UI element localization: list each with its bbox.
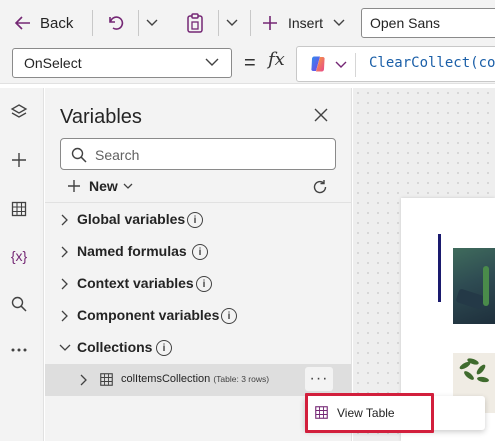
- pot-shape: [455, 288, 485, 310]
- product-image-1: [453, 248, 495, 324]
- tree-row-component-variables[interactable]: Component variables i: [45, 300, 351, 332]
- new-variable-button[interactable]: New: [67, 178, 133, 194]
- layers-icon: [10, 104, 28, 118]
- chevron-down-icon: [205, 58, 219, 66]
- info-icon[interactable]: i: [192, 244, 208, 260]
- insert-button[interactable]: Insert: [262, 8, 345, 38]
- tree-row-label: Collections: [77, 339, 153, 355]
- copilot-icon[interactable]: [309, 55, 327, 73]
- leaf-shape: [475, 363, 487, 376]
- search-box[interactable]: [60, 138, 336, 170]
- property-value: OnSelect: [24, 55, 82, 71]
- tree-row-label: Context variables: [77, 275, 194, 291]
- collection-meta: (Table: 3 rows): [213, 374, 270, 384]
- refresh-button[interactable]: [312, 179, 328, 198]
- refresh-icon: [313, 180, 327, 194]
- undo-dropdown-button[interactable]: [144, 15, 160, 31]
- chevron-down-icon: [59, 344, 71, 351]
- info-icon[interactable]: i: [156, 340, 172, 356]
- tree-view-button[interactable]: [9, 102, 29, 122]
- fx-icon[interactable]: fx: [268, 49, 285, 70]
- toolbar-divider: [138, 10, 139, 36]
- chevron-right-icon: [61, 246, 68, 258]
- arrow-left-icon: [14, 16, 30, 30]
- formula-bar: OnSelect = fx ClearCollect(co: [0, 46, 495, 84]
- collection-item-row[interactable]: colItemsCollection (Table: 3 rows) ···: [45, 364, 351, 396]
- font-family-select[interactable]: Open Sans: [361, 8, 495, 38]
- tree-row-context-variables[interactable]: Context variables i: [45, 268, 351, 300]
- more-rail-button[interactable]: [9, 340, 29, 360]
- chevron-right-icon: [61, 310, 68, 322]
- search-rail-button[interactable]: [9, 294, 29, 314]
- info-icon[interactable]: i: [196, 276, 212, 292]
- leaf-shape: [476, 375, 490, 384]
- tree-row-global-variables[interactable]: Global variables i: [45, 204, 351, 236]
- undo-button[interactable]: [104, 13, 126, 33]
- close-panel-button[interactable]: [314, 108, 328, 125]
- toolbar-divider: [92, 10, 93, 36]
- chevron-right-icon: [80, 374, 87, 386]
- insert-rail-button[interactable]: [9, 150, 29, 170]
- panel-title: Variables: [60, 106, 142, 128]
- undo-icon: [109, 16, 124, 30]
- plus-icon: [68, 180, 80, 192]
- context-menu: View Table: [305, 396, 485, 430]
- collection-name-wrap: colItemsCollection (Table: 3 rows): [121, 373, 269, 385]
- variables-panel: Variables New Global variables i Named f…: [45, 88, 352, 441]
- collection-name: colItemsCollection: [121, 373, 211, 385]
- tree-row-named-formulas[interactable]: Named formulas i: [45, 236, 351, 268]
- design-canvas[interactable]: [353, 88, 495, 441]
- formula-divider: [355, 53, 356, 77]
- paste-dropdown-button[interactable]: [224, 15, 240, 31]
- paste-button[interactable]: [184, 12, 206, 34]
- more-icon: [11, 348, 27, 352]
- clipboard-icon: [187, 13, 203, 33]
- plant-shape: [483, 266, 489, 306]
- toolbar-divider: [250, 10, 251, 36]
- more-options-button[interactable]: ···: [305, 367, 333, 391]
- chevron-down-icon: [146, 19, 158, 26]
- font-family-value: Open Sans: [370, 15, 441, 31]
- accent-bar: [438, 234, 441, 302]
- command-bar: Back Insert Open Sans: [0, 0, 495, 46]
- chevron-right-icon: [61, 278, 68, 290]
- left-rail: {x}: [0, 88, 44, 441]
- table-icon: [315, 406, 328, 419]
- close-icon: [314, 108, 328, 122]
- info-icon[interactable]: i: [221, 308, 237, 324]
- search-icon: [11, 296, 27, 312]
- search-input[interactable]: [95, 145, 325, 165]
- new-label: New: [89, 178, 118, 194]
- back-button[interactable]: Back: [14, 8, 73, 38]
- chevron-down-icon[interactable]: [335, 61, 347, 69]
- chevron-down-icon: [123, 183, 133, 189]
- tree-row-label: Component variables: [77, 307, 220, 323]
- insert-label: Insert: [288, 15, 324, 31]
- view-table-menu-item[interactable]: View Table: [305, 396, 433, 430]
- plus-icon: [12, 153, 26, 167]
- formula-text: ClearCollect(co: [369, 55, 495, 71]
- table-icon: [100, 373, 113, 386]
- tree-row-label: Global variables: [77, 211, 186, 227]
- table-icon: [11, 201, 27, 217]
- info-icon[interactable]: i: [187, 212, 203, 228]
- variables-icon[interactable]: {x}: [9, 246, 29, 266]
- panel-divider: [45, 202, 351, 203]
- equals-sign: =: [244, 52, 256, 74]
- chevron-down-icon: [333, 19, 345, 26]
- tree-row-label: Named formulas: [77, 243, 187, 259]
- toolbar-divider: [218, 10, 219, 36]
- leaf-shape: [462, 369, 476, 382]
- data-rail-button[interactable]: [9, 199, 29, 219]
- chevron-down-icon: [226, 19, 238, 26]
- property-dropdown[interactable]: OnSelect: [12, 48, 232, 78]
- tree-row-collections[interactable]: Collections i: [45, 332, 351, 364]
- search-icon: [71, 147, 87, 163]
- plus-icon: [263, 16, 277, 30]
- formula-input[interactable]: ClearCollect(co: [296, 46, 495, 82]
- view-table-label: View Table: [337, 406, 395, 420]
- back-label: Back: [40, 14, 74, 32]
- chevron-right-icon: [61, 214, 68, 226]
